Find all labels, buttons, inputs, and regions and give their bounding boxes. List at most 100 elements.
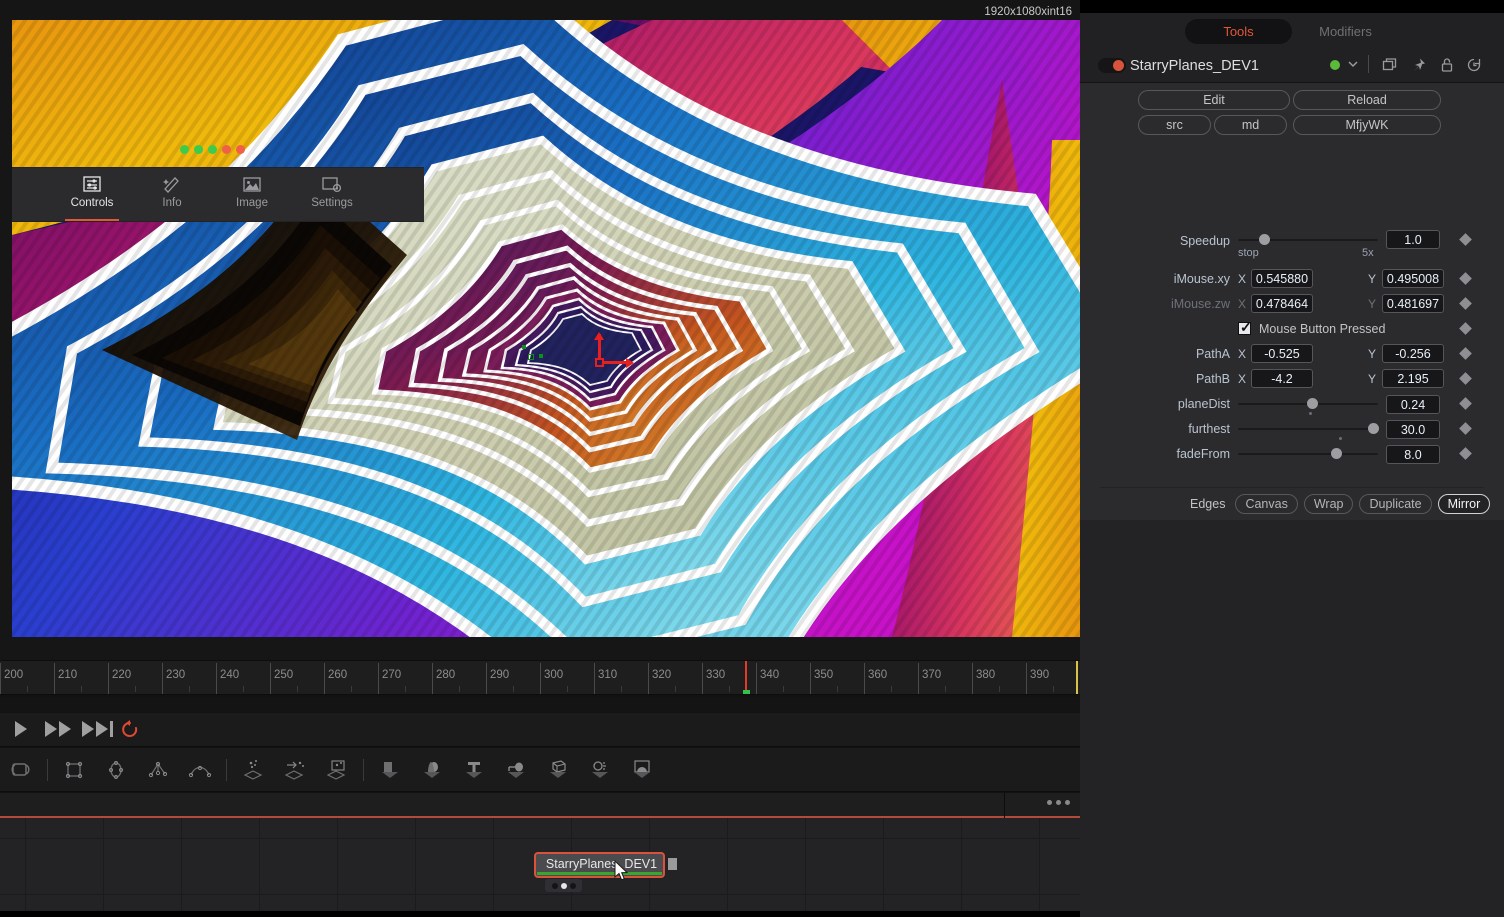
- particle-render-icon[interactable]: [316, 748, 358, 792]
- fadefrom-value-field[interactable]: 8.0: [1386, 445, 1440, 464]
- tool-status-indicator[interactable]: [1330, 60, 1340, 70]
- play-button[interactable]: [15, 721, 27, 737]
- particle-directional-icon[interactable]: [274, 748, 316, 792]
- tab-modifiers-label: Modifiers: [1319, 23, 1372, 39]
- last-frame-button[interactable]: [82, 721, 113, 737]
- src-button[interactable]: src: [1138, 115, 1211, 135]
- reload-button-label: Reload: [1347, 93, 1387, 107]
- ruler-minor-tick: [513, 686, 514, 692]
- pathb-y-field[interactable]: 2.195: [1382, 369, 1444, 388]
- ruler-minor-tick: [297, 686, 298, 692]
- loop-button[interactable]: [120, 719, 140, 744]
- 3d-merge-icon[interactable]: [495, 748, 537, 792]
- edges-option-mirror[interactable]: Mirror: [1437, 494, 1491, 514]
- rectangle-mask-icon[interactable]: [53, 748, 95, 792]
- polygon-mask-icon[interactable]: [137, 748, 179, 792]
- tool-enable-toggle[interactable]: [1098, 58, 1126, 73]
- fadefrom-slider-track[interactable]: [1238, 453, 1378, 455]
- furthest-slider-track[interactable]: [1238, 428, 1378, 430]
- tab-modifiers[interactable]: Modifiers: [1292, 19, 1399, 44]
- md-button[interactable]: md: [1214, 115, 1287, 135]
- status-dot-1[interactable]: [179, 145, 189, 154]
- 3d-shape-icon[interactable]: [411, 748, 453, 792]
- grid-line-vertical: [25, 818, 26, 911]
- tab-settings[interactable]: Settings: [301, 168, 363, 221]
- badge-dot-1[interactable]: [551, 882, 558, 889]
- furthest-default-marker: [1339, 437, 1342, 440]
- edges-option-wrap[interactable]: Wrap: [1303, 494, 1354, 514]
- patha-x-field[interactable]: -0.525: [1251, 344, 1313, 363]
- md-button-label: md: [1241, 118, 1260, 132]
- node-starryplanes[interactable]: StarryPlanes_DEV1: [534, 852, 665, 878]
- node-state-badge[interactable]: [545, 879, 582, 892]
- fast-forward-button[interactable]: [45, 721, 71, 737]
- tab-controls[interactable]: Controls: [61, 168, 123, 221]
- 3d-image-plane-icon[interactable]: [369, 748, 411, 792]
- timeline-playhead[interactable]: [745, 661, 748, 691]
- badge-dot-3[interactable]: [569, 882, 576, 889]
- timeline-ruler[interactable]: 200 210 220 230 240 250 260 270 280 290 300 310 320 3…: [0, 660, 1080, 695]
- 3d-text-icon[interactable]: [453, 748, 495, 792]
- transform-axis-gizmo[interactable]: [594, 332, 635, 372]
- lock-icon[interactable]: [1439, 57, 1455, 78]
- tab-image[interactable]: Image: [221, 168, 283, 221]
- center-point-handles[interactable]: [522, 345, 546, 369]
- panel-mode-tabs: Tools Modifiers: [1080, 13, 1504, 49]
- status-dot-2[interactable]: [193, 145, 203, 154]
- timeline-end-marker[interactable]: [1076, 661, 1078, 694]
- furthest-label: furthest: [1188, 422, 1230, 436]
- ruler-tick: [108, 663, 109, 694]
- badge-dot-2[interactable]: [560, 882, 567, 889]
- gizmo-y-arrow-icon[interactable]: [594, 332, 604, 340]
- hash-button[interactable]: MfjyWK: [1293, 115, 1441, 135]
- edges-option-duplicate[interactable]: Duplicate: [1359, 494, 1432, 514]
- imouse-zw-label: iMouse.zw: [1170, 297, 1230, 311]
- node-output-connector[interactable]: [668, 858, 677, 870]
- tool-title: StarryPlanes_DEV1: [1130, 58, 1259, 74]
- furthest-value-field[interactable]: 30.0: [1386, 420, 1440, 439]
- ruler-minor-tick: [621, 686, 622, 692]
- reload-button[interactable]: Reload: [1293, 90, 1441, 110]
- status-dot-4[interactable]: [221, 145, 231, 154]
- bspline-mask-icon[interactable]: [179, 748, 221, 792]
- patha-y-field[interactable]: -0.256: [1382, 344, 1444, 363]
- speedup-value-field[interactable]: 1.0: [1386, 230, 1440, 249]
- planedist-slider-knob[interactable]: [1306, 398, 1318, 409]
- copy-icon[interactable]: [1382, 57, 1398, 78]
- mouse-pressed-label: Mouse Button Pressed: [1259, 322, 1386, 336]
- grid-line-vertical: [337, 818, 338, 911]
- reset-icon[interactable]: [1466, 57, 1482, 78]
- particle-emitter-icon[interactable]: [232, 748, 274, 792]
- imouse-zw-y-field[interactable]: 0.481697: [1382, 294, 1444, 313]
- pathb-x-field[interactable]: -4.2: [1251, 369, 1313, 388]
- imouse-xy-y-field[interactable]: 0.495008: [1382, 269, 1444, 288]
- tab-tools[interactable]: Tools: [1185, 18, 1292, 44]
- planedist-value-field[interactable]: 0.24: [1386, 395, 1440, 414]
- timeline-scrollbar-track[interactable]: [0, 698, 1080, 712]
- 3d-renderer-icon[interactable]: [537, 748, 579, 792]
- loader-icon[interactable]: [0, 748, 42, 792]
- pin-icon[interactable]: [1411, 57, 1427, 78]
- speedup-label: Speedup: [1179, 234, 1230, 248]
- edit-button[interactable]: Edit: [1138, 90, 1290, 110]
- ruler-tick-label: 370: [922, 669, 942, 681]
- status-dot-5[interactable]: [235, 145, 245, 154]
- imouse-xy-x-field[interactable]: 0.545880: [1251, 269, 1313, 288]
- gizmo-x-arrow-icon[interactable]: [626, 358, 634, 368]
- fadefrom-slider-knob[interactable]: [1330, 448, 1342, 459]
- status-dot-3[interactable]: [207, 145, 217, 154]
- ellipse-mask-icon[interactable]: [95, 748, 137, 792]
- mouse-pressed-checkbox[interactable]: [1238, 319, 1252, 336]
- 3d-light-icon[interactable]: [579, 748, 621, 792]
- handle-dot-upper[interactable]: [522, 345, 526, 349]
- ruler-tick: [810, 663, 811, 694]
- imouse-zw-x-field[interactable]: 0.478464: [1251, 294, 1313, 313]
- image-viewer[interactable]: 1920x1080xint16: [0, 0, 1080, 660]
- chevron-down-icon[interactable]: [1346, 57, 1360, 76]
- 3d-camera-icon[interactable]: [621, 748, 663, 792]
- handle-dot-center[interactable]: [528, 354, 534, 360]
- tab-info[interactable]: Info: [141, 168, 203, 221]
- edges-option-canvas[interactable]: Canvas: [1235, 494, 1298, 514]
- nodegraph-more-options-icon[interactable]: [1047, 800, 1070, 805]
- handle-dot-right[interactable]: [539, 354, 543, 358]
